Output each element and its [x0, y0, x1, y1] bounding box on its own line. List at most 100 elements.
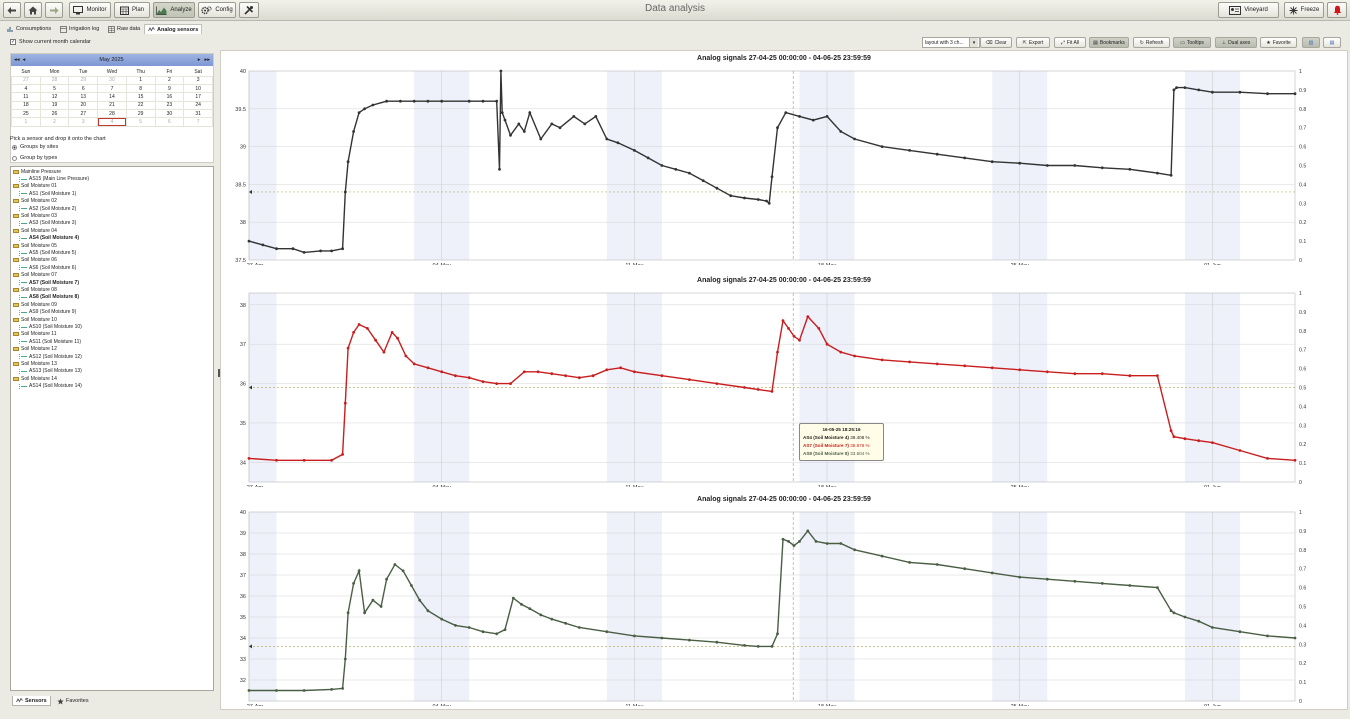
- calendar-day[interactable]: 31: [183, 108, 213, 119]
- calendar-day[interactable]: 25: [11, 108, 41, 119]
- tab-favorites[interactable]: Favorites: [54, 696, 92, 706]
- chevron-down-icon[interactable]: ▾: [969, 38, 978, 47]
- chart-plot[interactable]: 37.5 38 38.5 39 39.5 40 0 0.1 0.2 0.3 0.4 0.5 0.6 0.7…: [221, 51, 1347, 265]
- tree-sensor-item[interactable]: AS7 (Soil Moisture 7): [11, 279, 79, 286]
- calendar-day[interactable]: 2: [154, 75, 185, 86]
- tab-raw-data[interactable]: Raw data: [105, 24, 143, 34]
- tree-sensor-item[interactable]: AS6 (Soil Moisture 6): [11, 264, 76, 271]
- chart-plot[interactable]: 32 33 34 35 36 37 38 39 40 0 0.1 0.2 0.3 0.4 0.5 0.6 0.7…: [221, 492, 1347, 706]
- tree-sensor-item[interactable]: AS8 (Soil Moisture 8): [11, 294, 79, 301]
- account-button[interactable]: Vineyard: [1218, 2, 1279, 18]
- tree-sensor-item[interactable]: AS2 (Soil Moisture 2): [11, 205, 76, 212]
- calendar-day[interactable]: 14: [97, 92, 127, 102]
- calendar-day[interactable]: 21: [97, 100, 127, 111]
- calendar-day[interactable]: 26: [39, 108, 70, 119]
- layout-columns-button[interactable]: ▥: [1302, 37, 1320, 48]
- calendar-day[interactable]: 4: [11, 84, 41, 94]
- tree-group[interactable]: Soil Moisture 13: [11, 360, 57, 367]
- calendar-day[interactable]: 1: [11, 117, 41, 127]
- tree-sensor-item[interactable]: AS11 (Soil Moisture 11): [11, 338, 81, 345]
- tree-group[interactable]: Soil Moisture 03: [11, 212, 57, 219]
- calendar-day[interactable]: 28: [39, 75, 70, 86]
- calendar-day[interactable]: 6: [68, 84, 99, 94]
- calendar-day[interactable]: 30: [97, 75, 127, 86]
- layout-rows-button[interactable]: ▤: [1323, 37, 1341, 48]
- calendar-day[interactable]: 6: [154, 117, 185, 127]
- calendar-day[interactable]: 29: [68, 75, 99, 86]
- clear-button[interactable]: ⌫ Clear: [980, 37, 1012, 48]
- tree-sensor-item[interactable]: AS5 (Soil Moisture 5): [11, 249, 76, 256]
- calendar-day[interactable]: 27: [68, 108, 99, 119]
- calendar-day[interactable]: 3: [68, 117, 99, 127]
- tree-group[interactable]: Soil Moisture 14: [11, 375, 57, 382]
- chart-3[interactable]: Analog signals 27-04-25 00:00:00 - 04-06…: [221, 492, 1347, 706]
- calendar-day[interactable]: 22: [125, 100, 156, 111]
- calendar-day[interactable]: 10: [183, 84, 213, 94]
- config-button[interactable]: Config: [198, 2, 236, 18]
- tree-sensor-item[interactable]: AS3 (Soil Moisture 3): [11, 220, 76, 227]
- tree-sensor-item[interactable]: AS4 (Soil Moisture 4): [11, 235, 79, 242]
- tab-irrigation-log[interactable]: Irrigation log: [57, 24, 102, 34]
- calendar-day[interactable]: 20: [68, 100, 99, 111]
- tree-group[interactable]: Soil Moisture 08: [11, 286, 57, 293]
- tree-group[interactable]: Mainline Pressure: [11, 168, 61, 175]
- calendar-day[interactable]: 27: [11, 75, 41, 86]
- calendar-day[interactable]: 23: [154, 100, 185, 111]
- next-year-icon[interactable]: ▸▸: [204, 57, 210, 63]
- refresh-button[interactable]: ↻ Refresh: [1133, 37, 1170, 48]
- freeze-button[interactable]: Freeze: [1284, 2, 1324, 18]
- calendar-day[interactable]: 16: [154, 92, 185, 102]
- tree-group[interactable]: Soil Moisture 06: [11, 257, 57, 264]
- calendar-day[interactable]: 17: [183, 92, 213, 102]
- calendar-day[interactable]: 2: [39, 117, 70, 127]
- home-button[interactable]: [24, 2, 42, 18]
- tree-group[interactable]: Soil Moisture 11: [11, 331, 56, 338]
- tools-button[interactable]: [239, 2, 259, 18]
- tree-group[interactable]: Soil Moisture 10: [11, 316, 57, 323]
- tree-group[interactable]: Soil Moisture 12: [11, 346, 57, 353]
- calendar-day[interactable]: 18: [11, 100, 41, 111]
- tree-sensor-item[interactable]: AS12 (Soil Moisture 12): [11, 353, 82, 360]
- calendar-day[interactable]: 19: [39, 100, 70, 111]
- tab-consumptions[interactable]: Consumptions: [4, 24, 54, 34]
- chart-plot[interactable]: 34 35 36 37 38 0 0.1 0.2 0.3 0.4 0.5 0.6 0.7 0.8 0.9 1 2…: [221, 273, 1347, 487]
- calendar-day[interactable]: 13: [68, 92, 99, 102]
- calendar-day[interactable]: 8: [125, 84, 156, 94]
- calendar-day[interactable]: 5: [125, 117, 156, 127]
- bookmarks-button[interactable]: ▤ Bookmarks: [1089, 37, 1129, 48]
- group-by-types-radio[interactable]: Group by types: [12, 155, 57, 161]
- tab-analog-sensors[interactable]: Analog sensors: [144, 24, 203, 34]
- calendar-day[interactable]: 9: [154, 84, 185, 94]
- fit-all-button[interactable]: ⤢ Fit All: [1054, 37, 1086, 48]
- calendar-day[interactable]: 28: [97, 108, 127, 119]
- back-button[interactable]: [3, 2, 21, 18]
- tree-group[interactable]: Soil Moisture 04: [11, 227, 57, 234]
- forward-button[interactable]: [45, 2, 63, 18]
- plan-button[interactable]: Plan: [114, 2, 150, 18]
- calendar-day[interactable]: 7: [183, 117, 213, 127]
- calendar-day[interactable]: 29: [125, 108, 156, 119]
- tree-group[interactable]: Soil Moisture 02: [11, 198, 57, 205]
- calendar-day[interactable]: 1: [125, 75, 156, 86]
- tree-sensor-item[interactable]: AS15 (Main Line Pressure): [11, 175, 89, 182]
- calendar-day[interactable]: 12: [39, 92, 70, 102]
- calendar-day[interactable]: 11: [11, 92, 41, 102]
- prev-year-icon[interactable]: ◂◂: [14, 57, 20, 63]
- tree-sensor-item[interactable]: AS14 (Soil Moisture 14): [11, 383, 82, 390]
- chart-2[interactable]: Analog signals 27-04-25 00:00:00 - 04-06…: [221, 273, 1347, 487]
- tree-sensor-item[interactable]: AS13 (Soil Moisture 13): [11, 368, 82, 375]
- tree-group[interactable]: Soil Moisture 07: [11, 272, 57, 279]
- monitor-button[interactable]: Monitor: [69, 2, 111, 18]
- group-by-sites-radio[interactable]: Groups by sites: [12, 144, 58, 150]
- show-calendar-checkbox[interactable]: ✓ Show current month calendar: [10, 39, 91, 45]
- calendar-day[interactable]: 5: [39, 84, 70, 94]
- favorite-button[interactable]: ★ Favorite: [1260, 37, 1297, 48]
- tooltips-button[interactable]: ▭ Tooltips: [1173, 37, 1211, 48]
- calendar-day[interactable]: 15: [125, 92, 156, 102]
- tab-sensors[interactable]: Sensors: [12, 696, 51, 706]
- chart-1[interactable]: Analog signals 27-04-25 00:00:00 - 04-06…: [221, 51, 1347, 265]
- export-button[interactable]: ⇱ Export: [1016, 37, 1050, 48]
- calendar-day[interactable]: 7: [97, 84, 127, 94]
- tree-group[interactable]: Soil Moisture 01: [11, 183, 57, 190]
- next-month-icon[interactable]: ▸: [198, 57, 201, 63]
